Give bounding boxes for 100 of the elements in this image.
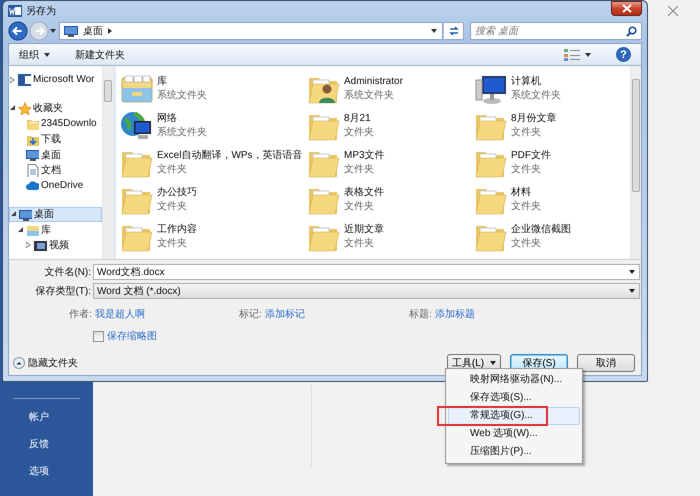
refresh-icon[interactable] — [448, 25, 460, 37]
nav-item[interactable]: 下载 — [9, 132, 102, 147]
file-type: 文件夹 — [344, 200, 375, 214]
history-caret-icon[interactable] — [50, 29, 56, 33]
search-icon[interactable] — [626, 26, 637, 37]
file-name: 近期文章 — [344, 222, 384, 236]
nav-item[interactable]: 文档 — [9, 162, 102, 178]
file-name: Excel自动翻译，WPs，英语语音 — [157, 148, 303, 162]
expanded-arrow-icon[interactable] — [18, 226, 23, 233]
cancel-button[interactable]: 取消 — [577, 354, 635, 372]
property-label: 标题: — [409, 308, 432, 321]
save-thumbnail-label[interactable]: 保存缩略图 — [107, 329, 157, 343]
nav-item[interactable]: 2345Downlo — [9, 116, 102, 132]
file-name: 库 — [157, 74, 168, 88]
folder-icon — [26, 117, 39, 130]
file-type: 文件夹 — [344, 162, 375, 176]
desktop-icon — [19, 208, 32, 221]
checkbox[interactable] — [93, 330, 104, 342]
view-options-icon[interactable] — [564, 48, 580, 60]
nav-item[interactable]: 库 — [9, 222, 102, 238]
dropdown-caret-icon[interactable] — [629, 270, 635, 274]
collapse-icon[interactable] — [13, 357, 25, 369]
nav-item[interactable]: 桌面 — [9, 147, 102, 162]
property-link[interactable]: 添加标记 — [264, 307, 305, 321]
file-item[interactable]: 网络 系统文件夹 — [120, 107, 207, 144]
file-name-field[interactable]: Word文档.docx — [93, 264, 640, 280]
file-name: Administrator — [344, 74, 403, 88]
property-label: 作者: — [69, 308, 92, 321]
nav-item[interactable]: 桌面 — [9, 206, 102, 222]
nav-item[interactable]: 视频 — [9, 238, 102, 253]
file-type: 文件夹 — [344, 126, 374, 140]
file-type-dropdown[interactable]: Word 文档 (*.docx) — [93, 283, 640, 299]
hide-folders-button[interactable]: 隐藏文件夹 — [13, 356, 78, 370]
nav-item[interactable]: 收藏夹 — [9, 100, 102, 116]
file-name: MP3文件 — [344, 148, 385, 162]
cloud-icon — [26, 179, 39, 192]
organize-menu[interactable]: 组织 — [19, 48, 39, 62]
caret-icon[interactable] — [490, 361, 496, 365]
new-folder-button[interactable]: 新建文件夹 — [75, 48, 125, 62]
file-item[interactable]: 企业微信截图 文件夹 — [474, 218, 571, 255]
file-item[interactable]: Excel自动翻译，WPs，英语语音 文件夹 — [120, 144, 303, 181]
desktop-icon — [26, 148, 39, 162]
film-icon — [34, 238, 47, 252]
library-icon — [26, 223, 39, 236]
file-item[interactable]: 库 系统文件夹 — [120, 70, 207, 107]
file-item[interactable]: 材料 文件夹 — [474, 181, 541, 218]
file-item[interactable]: 计算机 系统文件夹 — [474, 70, 561, 107]
menu-item[interactable]: 映射网络驱动器(N)... — [448, 371, 580, 389]
file-name: 材料 — [511, 186, 532, 200]
address-bar[interactable]: 桌面 — [59, 22, 443, 40]
property-link[interactable]: 添加标题 — [434, 307, 475, 321]
search-field[interactable]: 搜索 桌面 — [470, 22, 642, 40]
sidebar-item[interactable]: 帐户 — [0, 407, 93, 434]
close-button[interactable] — [611, 1, 642, 16]
breadcrumb[interactable]: 桌面 — [83, 24, 103, 38]
file-item[interactable]: 办公技巧 文件夹 — [120, 181, 197, 218]
file-item[interactable]: 8月21 文件夹 — [307, 107, 374, 144]
menu-item[interactable]: 常规选项(G)... — [448, 407, 580, 425]
menu-item[interactable]: 保存选项(S)... — [448, 389, 580, 407]
file-type: 文件夹 — [511, 162, 542, 176]
dropdown-caret-icon[interactable] — [431, 29, 437, 33]
file-item[interactable]: Administrator 系统文件夹 — [307, 70, 403, 107]
file-name: 工作内容 — [157, 222, 197, 236]
file-item[interactable]: 表格文件 文件夹 — [307, 181, 384, 218]
menu-item[interactable]: 压缩图片(P)... — [448, 443, 580, 461]
file-item[interactable]: 工作内容 文件夹 — [120, 218, 197, 255]
file-type: 文件夹 — [511, 236, 542, 250]
file-item[interactable]: 近期文章 文件夹 — [307, 218, 384, 255]
sidebar-item[interactable]: 反馈 — [0, 434, 93, 461]
field-label: 保存类型(T): — [34, 284, 92, 298]
field-label: 文件名(N): — [43, 266, 92, 279]
menu-item[interactable]: Web 选项(W)... — [448, 425, 580, 443]
nav-item[interactable]: OneDrive — [9, 178, 102, 194]
close-icon[interactable] — [668, 6, 678, 16]
chevron-icon[interactable] — [108, 28, 112, 34]
file-item[interactable]: 8月份文章 文件夹 — [474, 107, 557, 144]
document-icon — [26, 164, 39, 177]
property-link[interactable]: 我是超人啊 — [94, 307, 145, 321]
help-button[interactable]: ? — [616, 47, 631, 62]
file-type: 文件夹 — [157, 162, 188, 176]
star-icon — [18, 102, 31, 115]
caret-icon[interactable] — [44, 52, 50, 56]
collapsed-arrow-icon[interactable] — [26, 242, 31, 248]
file-item[interactable]: MP3文件 文件夹 — [307, 144, 385, 181]
nav-item[interactable]: Microsoft Wor — [9, 72, 102, 88]
file-item[interactable]: PDF文件 文件夹 — [474, 144, 551, 181]
expanded-arrow-icon[interactable] — [10, 105, 15, 112]
file-name: 计算机 — [511, 74, 542, 88]
expanded-arrow-icon[interactable] — [11, 211, 16, 218]
caret-icon[interactable] — [585, 52, 591, 56]
refresh-button[interactable] — [444, 22, 464, 40]
scrollbar[interactable] — [630, 66, 641, 259]
scrollbar[interactable] — [102, 66, 113, 259]
sidebar-item[interactable]: 选项 — [0, 461, 93, 488]
collapsed-arrow-icon[interactable] — [10, 76, 15, 83]
back-button[interactable] — [8, 21, 28, 41]
file-type: 系统文件夹 — [157, 126, 207, 140]
dropdown-caret-icon[interactable] — [629, 289, 635, 293]
file-type: 文件夹 — [344, 236, 375, 250]
file-name: PDF文件 — [511, 148, 551, 162]
